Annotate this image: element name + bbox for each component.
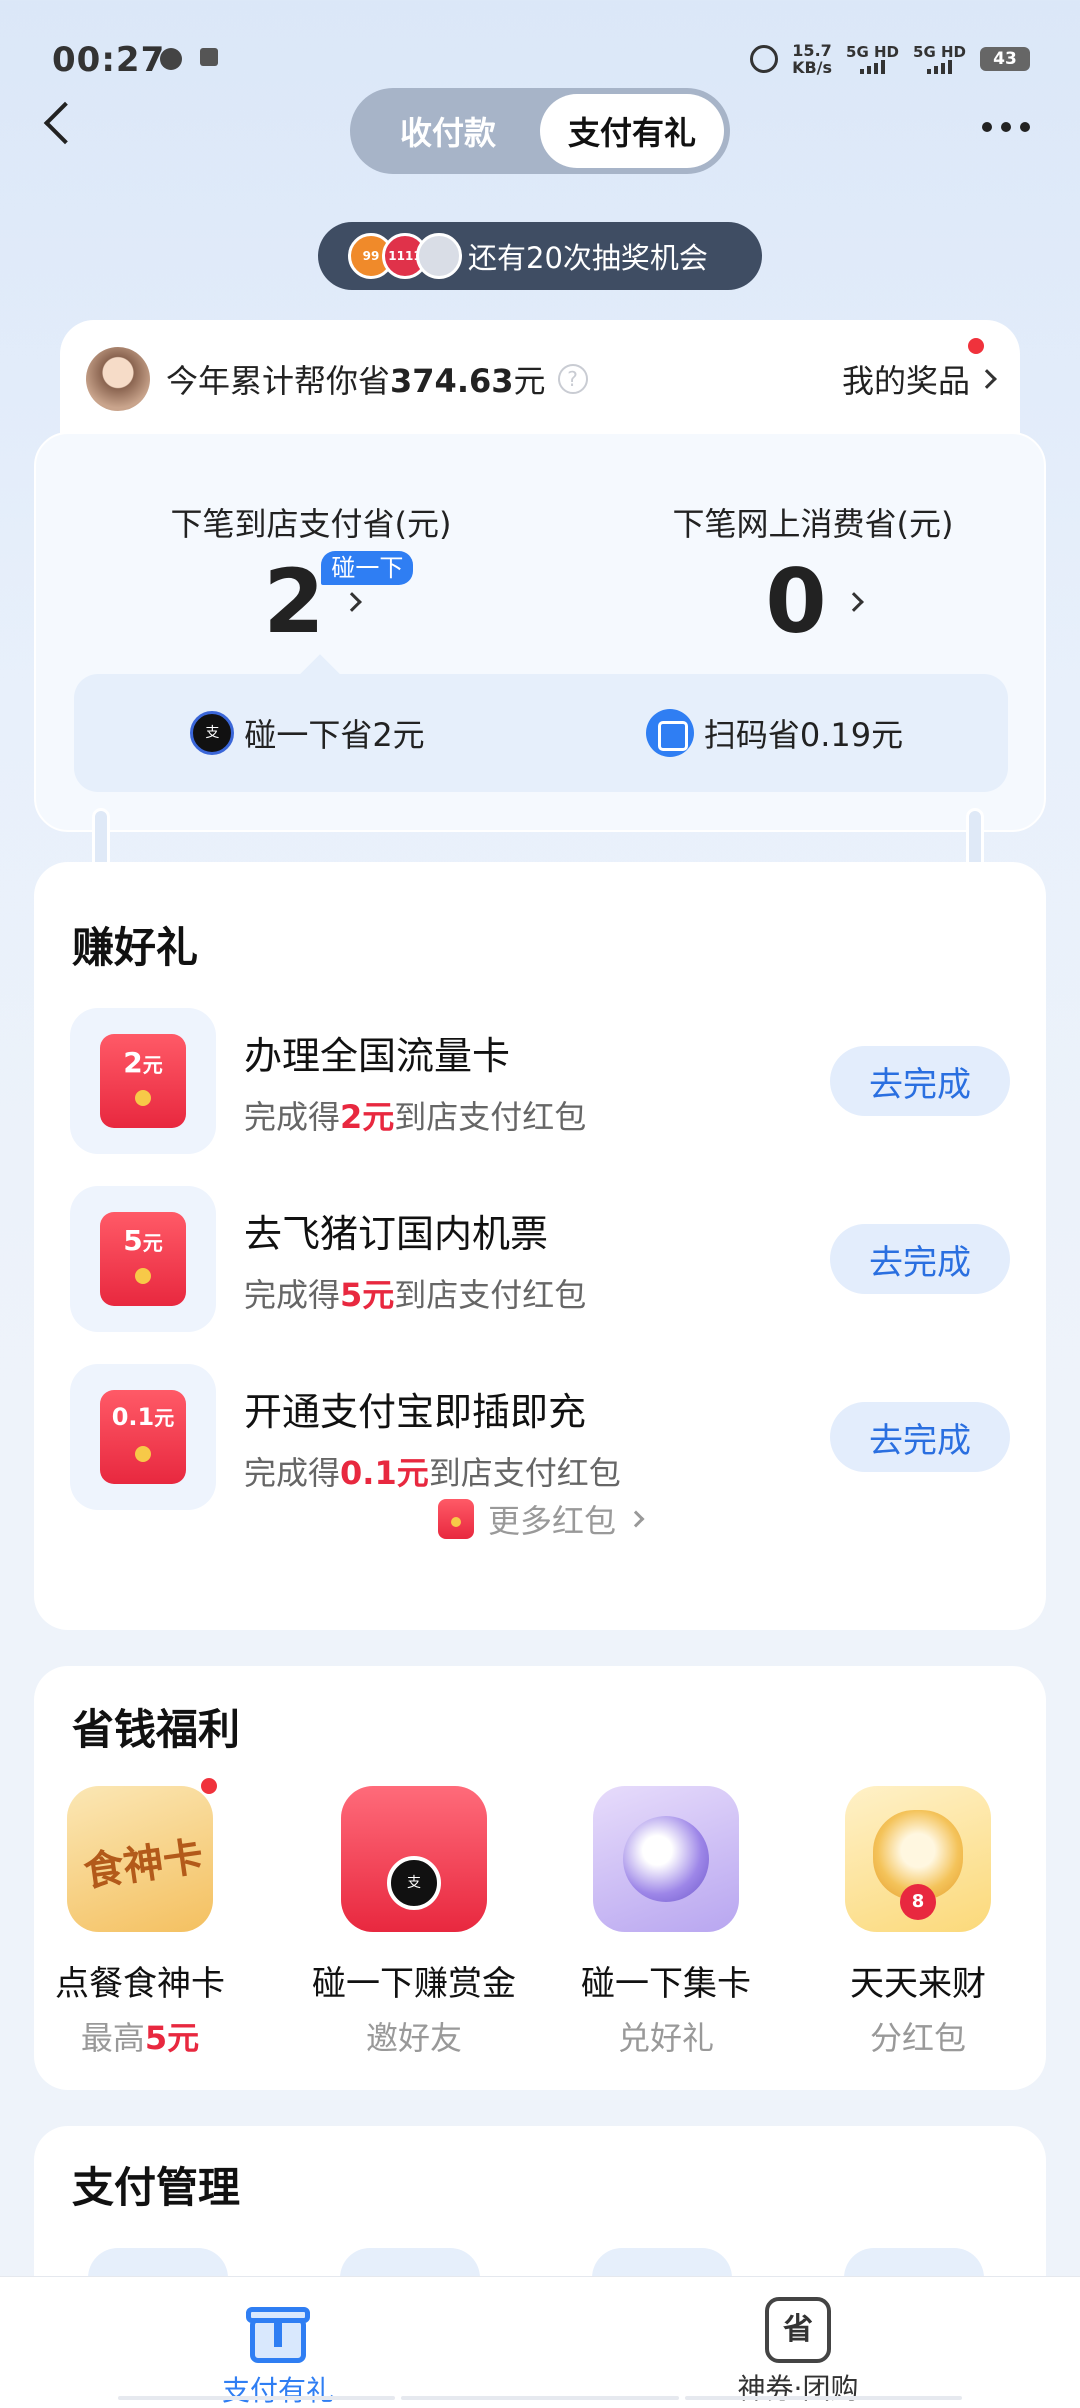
online-savings-amount: 0 [765,550,827,653]
yearly-savings-bar: 今年累计帮你省374.63元 ? 我的奖品 [60,320,1020,438]
more-options-icon[interactable] [982,122,1030,132]
chevron-right-icon [627,1510,645,1528]
task-title: 开通支付宝即插即充 [244,1389,587,1434]
app-notification-icon [200,48,218,66]
segmented-tabs: 收付款 支付有礼 [350,88,730,174]
sim1-label: 5G HD [846,43,900,61]
coupon-save-icon: 省 [765,2297,831,2363]
task-desc: 完成得0.1元到店支付红包 [244,1453,621,1492]
lucky-mascot-icon: 8 [845,1786,991,1932]
more-red-packets-label: 更多红包 [487,1502,616,1540]
prize-badge-3 [416,233,462,279]
gift-icon [246,2297,310,2365]
lottery-text: 还有20次抽奖机会 [468,241,708,275]
welfare-name: 碰一下赚赏金 [312,1964,516,2004]
sim2-label: 5G HD [913,43,966,61]
red-envelope-icon: 0.1元 [70,1364,216,1510]
red-envelope-icon: 5元 [70,1186,216,1332]
more-red-packets-link[interactable]: 更多红包 [0,1496,1080,1542]
notification-dot [968,338,984,354]
task-row: 2元 办理全国流量卡 完成得2元到店支付红包 去完成 [70,1008,1010,1154]
my-prize-link[interactable]: 我的奖品 [841,338,997,402]
my-prize-label: 我的奖品 [841,362,970,400]
touch-savings[interactable]: 支 碰一下省2元 [74,710,541,756]
chevron-right-icon [843,592,864,612]
welfare-sub: 分红包 [869,2019,966,2057]
task-desc: 完成得5元到店支付红包 [244,1275,587,1314]
alarm-icon [750,45,779,73]
touch-savings-text: 碰一下省2元 [244,716,425,754]
chevron-right-icon [341,592,362,612]
welfare-item-food-card[interactable]: 食神卡 点餐食神卡 最高5元 [30,1776,250,2059]
complete-button[interactable]: 去完成 [830,1224,1010,1294]
tab-receive-pay[interactable]: 收付款 [356,94,540,168]
online-savings[interactable]: 下笔网上消费省(元) 0 [598,499,1028,647]
task-row: 0.1元 开通支付宝即插即充 完成得0.1元到店支付红包 去完成 [70,1364,1010,1510]
savings-panel: 下笔到店支付省(元) 2 碰一下 下笔网上消费省(元) 0 支 碰一下省2元 扫… [34,432,1046,832]
help-question-icon[interactable]: ? [557,364,588,394]
net-speed-unit: KB/s [792,58,833,77]
sim2-signal-icon: 5G HD [913,44,966,74]
nav-label: 支付有礼 [221,2374,334,2407]
yearly-savings-amount: 374.63 [390,362,514,400]
touch-badge: 碰一下 [321,551,414,585]
chevron-right-icon [977,369,997,389]
avatar [86,347,150,411]
browser-icon [160,48,182,70]
sim1-signal-icon: 5G HD [846,44,899,74]
task-title: 去飞猪订国内机票 [244,1211,549,1256]
lottery-chances-pill[interactable]: 99 1111 还有20次抽奖机会 [318,222,762,290]
card-collect-icon [593,1786,739,1932]
store-savings[interactable]: 下笔到店支付省(元) 2 碰一下 [96,499,526,647]
section-title: 省钱福利 [72,1705,241,1754]
nav-item-pay-rewards[interactable]: 支付有礼 [148,2297,408,2408]
nav-item-coupons[interactable]: 省 神券·团购 [668,2297,928,2407]
savings-methods: 支 碰一下省2元 扫码省0.19元 [74,674,1008,792]
complete-button[interactable]: 去完成 [830,1046,1010,1116]
bottom-nav: 支付有礼 省 神券·团购 [0,2276,1080,2408]
battery-icon: 43 [980,47,1030,71]
net-speed-value: 15.7 [792,41,832,60]
welfare-name: 碰一下集卡 [581,1964,751,2004]
welfare-sub: 最高5元 [80,2019,200,2057]
complete-button[interactable]: 去完成 [830,1402,1010,1472]
welfare-sub: 兑好礼 [617,2019,714,2057]
welfare-name: 天天来财 [850,1964,986,2004]
net-speed: 15.7 KB/s [792,42,832,76]
yearly-savings-text: 今年累计帮你省374.63元 [166,362,546,400]
status-time: 00:27 [52,40,166,80]
welfare-sub: 邀好友 [365,2019,462,2057]
task-title: 办理全国流量卡 [244,1033,511,1078]
scan-savings[interactable]: 扫码省0.19元 [541,709,1008,757]
section-title: 赚好礼 [72,923,199,972]
nav-label: 神券·团购 [737,2372,859,2405]
online-savings-label: 下笔网上消费省(元) [672,505,954,543]
red-envelope-touch-icon: 支 [341,1786,487,1932]
notification-dot [199,1776,219,1796]
task-row: 5元 去飞猪订国内机票 完成得5元到店支付红包 去完成 [70,1186,1010,1332]
task-desc: 完成得2元到店支付红包 [244,1097,587,1136]
store-savings-amount: 2 [263,550,325,653]
status-notification-icons [160,48,218,70]
scan-icon [645,709,694,757]
food-card-icon: 食神卡 [67,1776,219,1932]
section-title: 支付管理 [72,2163,241,2212]
tab-pay-rewards[interactable]: 支付有礼 [540,94,724,168]
welfare-name: 点餐食神卡 [55,1964,225,2004]
nav-divider [118,2396,962,2400]
store-savings-label: 下笔到店支付省(元) [170,505,452,543]
red-packet-icon [437,1499,474,1539]
red-envelope-icon: 2元 [70,1008,216,1154]
lottery-prize-icons: 99 1111 [348,233,462,279]
nfc-touch-icon: 支 [190,711,235,755]
welfare-item-touch-bounty-content[interactable]: 支 碰一下赚赏金 邀好友 [304,1786,524,2059]
scan-savings-text: 扫码省0.19元 [703,716,904,754]
welfare-item-daily-fortune[interactable]: 8 天天来财 分红包 [808,1786,1028,2059]
welfare-item-card-collect[interactable]: 碰一下集卡 兑好礼 [556,1786,776,2059]
status-right: 15.7 KB/s 5G HD 5G HD 43 [750,42,1030,76]
